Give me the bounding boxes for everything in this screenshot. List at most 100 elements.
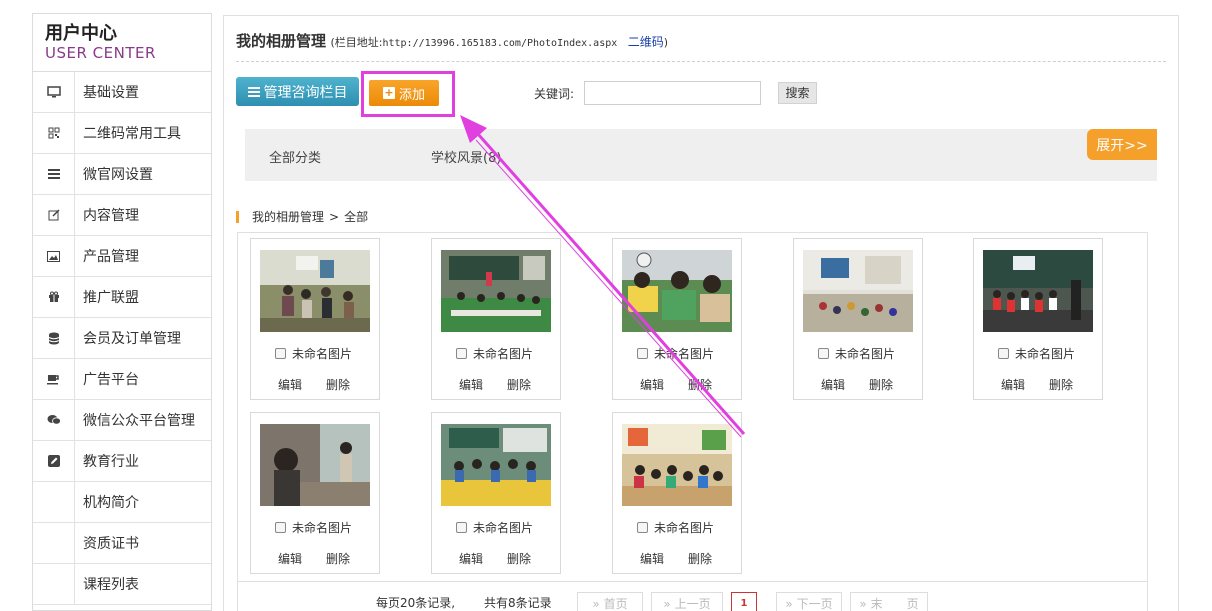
prev-page-button[interactable]: » 上一页 xyxy=(651,592,723,611)
sidebar-subitem-spacer xyxy=(33,481,75,523)
sidebar: 用户中心 USER CENTER 基础设置 二维码常用工具 微官网设置 内容管理… xyxy=(32,13,212,611)
delete-link[interactable]: 删除 xyxy=(507,376,531,393)
photo-name: 未命名图片 xyxy=(835,347,896,361)
photo-thumbnail[interactable] xyxy=(983,250,1093,332)
category-bar: 全部分类 学校风景(8) xyxy=(245,129,1157,181)
sidebar-item-content[interactable]: 内容管理 xyxy=(33,194,211,236)
category-school-scenery[interactable]: 学校风景(8) xyxy=(431,147,501,166)
edit-link[interactable]: 编辑 xyxy=(640,376,664,393)
manage-columns-button[interactable]: 管理咨询栏目 xyxy=(236,77,359,106)
address-suffix: ) xyxy=(663,36,669,49)
sidebar-item-label: 机构简介 xyxy=(83,495,139,511)
edit-link[interactable]: 编辑 xyxy=(278,376,302,393)
sidebar-item-label: 内容管理 xyxy=(83,208,139,224)
last-page-button[interactable]: » 末 页 xyxy=(850,592,928,611)
album-panel: 我的相册管理 (栏目地址:http://13996.165183.com/Pho… xyxy=(223,15,1179,611)
delete-link[interactable]: 删除 xyxy=(869,376,893,393)
keyword-label: 关键词: xyxy=(534,87,575,101)
photo-card: 未命名图片 编辑 删除 xyxy=(431,412,561,574)
qrcode-icon xyxy=(33,112,75,154)
sidebar-item-wechat-platform[interactable]: 微信公众平台管理 xyxy=(33,399,211,441)
photo-checkbox-row[interactable]: 未命名图片 xyxy=(275,519,352,536)
search-button[interactable]: 搜索 xyxy=(778,82,817,104)
first-page-button[interactable]: » 首页 xyxy=(577,592,643,611)
database-icon xyxy=(33,317,75,359)
current-page[interactable]: 1 xyxy=(731,592,757,611)
divider xyxy=(236,61,1166,62)
sidebar-item-label: 微信公众平台管理 xyxy=(83,413,195,429)
photo-thumbnail[interactable] xyxy=(260,250,370,332)
sidebar-item-label: 资质证书 xyxy=(83,536,139,552)
sidebar-item-education[interactable]: 教育行业 xyxy=(33,440,211,482)
next-page-button[interactable]: » 下一页 xyxy=(776,592,842,611)
sidebar-item-basic-settings[interactable]: 基础设置 xyxy=(33,71,211,113)
sidebar-item-ad-platform[interactable]: 广告平台 xyxy=(33,358,211,400)
checkbox[interactable] xyxy=(275,522,286,533)
category-all[interactable]: 全部分类 xyxy=(269,147,321,166)
edit-link[interactable]: 编辑 xyxy=(459,550,483,567)
photo-thumbnail[interactable] xyxy=(622,250,732,332)
add-button[interactable]: + 添加 xyxy=(369,80,439,106)
photo-name: 未命名图片 xyxy=(292,521,353,535)
brand-cn: 用户中心 xyxy=(45,23,117,44)
qrcode-link[interactable]: 二维码 xyxy=(628,35,664,49)
photo-checkbox-row[interactable]: 未命名图片 xyxy=(275,345,352,362)
keyword-input[interactable] xyxy=(584,81,761,105)
photo-card: 未命名图片 编辑 删除 xyxy=(612,238,742,400)
checkbox[interactable] xyxy=(637,522,648,533)
edit-link[interactable]: 编辑 xyxy=(278,550,302,567)
checkbox[interactable] xyxy=(998,348,1009,359)
photo-thumbnail[interactable] xyxy=(441,424,551,506)
sidebar-subitem-institution-intro[interactable]: 机构简介 xyxy=(33,481,211,523)
sidebar-item-products[interactable]: 产品管理 xyxy=(33,235,211,277)
user-center-brand: 用户中心 USER CENTER xyxy=(33,14,211,72)
checkbox[interactable] xyxy=(637,348,648,359)
expand-button[interactable]: 展开>> xyxy=(1087,129,1157,160)
photo-card: 未命名图片 编辑 删除 xyxy=(973,238,1103,400)
sidebar-item-qrcode-tools[interactable]: 二维码常用工具 xyxy=(33,112,211,154)
checkbox[interactable] xyxy=(275,348,286,359)
edit-link[interactable]: 编辑 xyxy=(1001,376,1025,393)
photo-name: 未命名图片 xyxy=(473,521,534,535)
add-label: 添加 xyxy=(398,87,425,103)
breadcrumb-current: 全部 xyxy=(344,210,369,224)
photo-thumbnail[interactable] xyxy=(260,424,370,506)
sidebar-subitem-course-list[interactable]: 课程列表 xyxy=(33,563,211,605)
edit-link[interactable]: 编辑 xyxy=(459,376,483,393)
manage-columns-label: 管理咨询栏目 xyxy=(263,84,348,101)
photo-checkbox-row[interactable]: 未命名图片 xyxy=(456,345,533,362)
photo-checkbox-row[interactable]: 未命名图片 xyxy=(998,345,1075,362)
delete-link[interactable]: 删除 xyxy=(507,550,531,567)
photo-thumbnail[interactable] xyxy=(803,250,913,332)
photo-grid: 未命名图片 编辑 删除 未命名图片 编辑 删除 未命名图片 编辑 删除 未命名图… xyxy=(237,232,1148,611)
photo-card: 未命名图片 编辑 删除 xyxy=(793,238,923,400)
image-icon xyxy=(33,235,75,277)
breadcrumb-separator: > xyxy=(329,209,340,224)
photo-thumbnail[interactable] xyxy=(441,250,551,332)
checkbox[interactable] xyxy=(818,348,829,359)
delete-link[interactable]: 删除 xyxy=(326,550,350,567)
photo-name: 未命名图片 xyxy=(654,347,715,361)
edit-link[interactable]: 编辑 xyxy=(821,376,845,393)
delete-link[interactable]: 删除 xyxy=(688,550,712,567)
sidebar-item-members-orders[interactable]: 会员及订单管理 xyxy=(33,317,211,359)
delete-link[interactable]: 删除 xyxy=(1049,376,1073,393)
delete-link[interactable]: 删除 xyxy=(326,376,350,393)
photo-name: 未命名图片 xyxy=(473,347,534,361)
sidebar-item-micro-site[interactable]: 微官网设置 xyxy=(33,153,211,195)
edit-link[interactable]: 编辑 xyxy=(640,550,664,567)
photo-checkbox-row[interactable]: 未命名图片 xyxy=(637,345,714,362)
column-address: (栏目地址:http://13996.165183.com/PhotoIndex… xyxy=(330,35,669,49)
checkbox[interactable] xyxy=(456,348,467,359)
sidebar-subitem-spacer xyxy=(33,522,75,564)
photo-checkbox-row[interactable]: 未命名图片 xyxy=(637,519,714,536)
checkbox[interactable] xyxy=(456,522,467,533)
photo-thumbnail[interactable] xyxy=(622,424,732,506)
breadcrumb-root[interactable]: 我的相册管理 xyxy=(252,208,324,225)
photo-checkbox-row[interactable]: 未命名图片 xyxy=(456,519,533,536)
sidebar-item-label: 二维码常用工具 xyxy=(83,126,181,142)
delete-link[interactable]: 删除 xyxy=(688,376,712,393)
sidebar-subitem-certificates[interactable]: 资质证书 xyxy=(33,522,211,564)
sidebar-item-affiliate[interactable]: 推广联盟 xyxy=(33,276,211,318)
photo-checkbox-row[interactable]: 未命名图片 xyxy=(818,345,895,362)
